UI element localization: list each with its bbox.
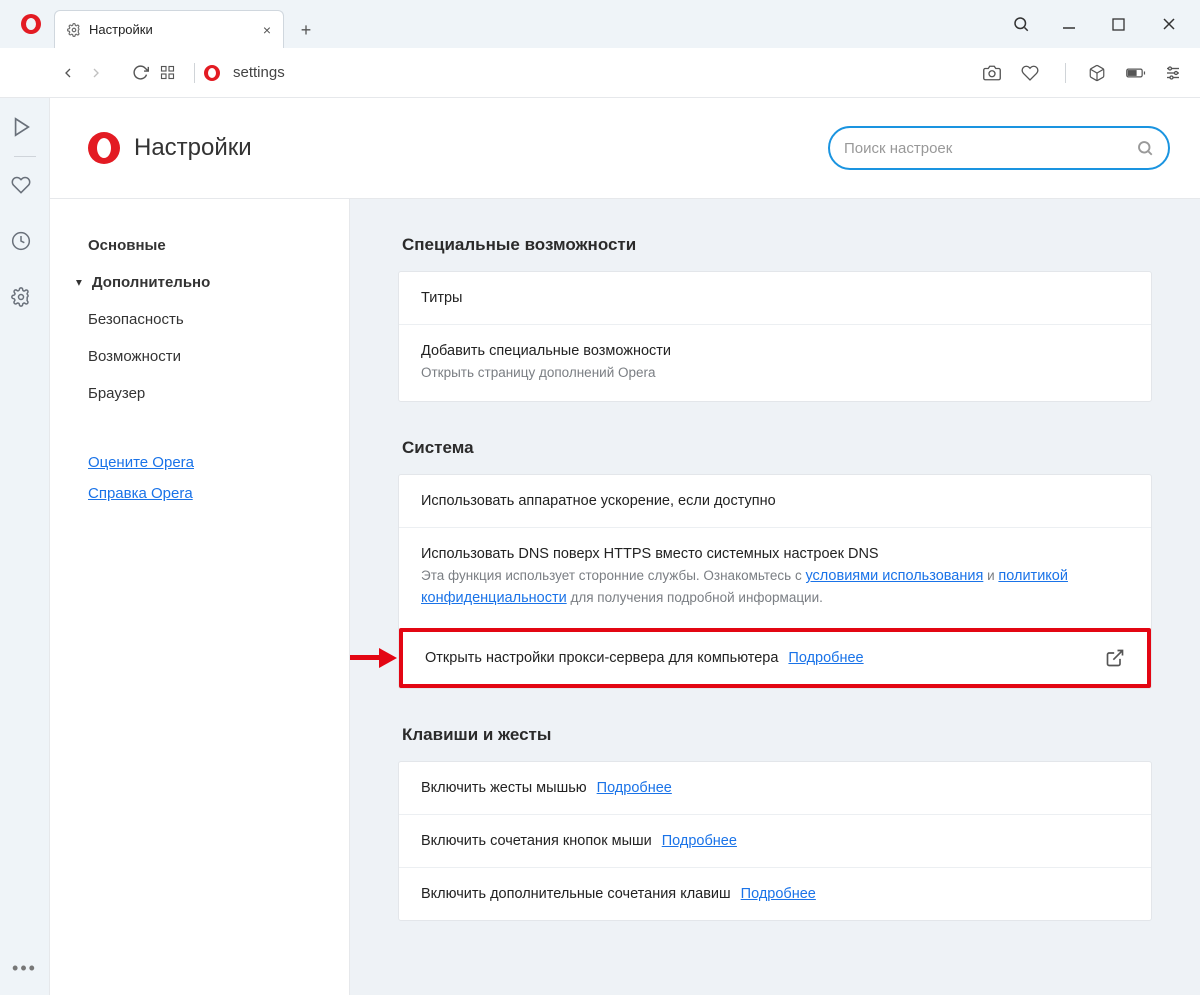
new-tab-button[interactable]: +: [288, 12, 324, 48]
link-terms[interactable]: условиями использования: [805, 568, 983, 584]
close-window-button[interactable]: [1162, 17, 1186, 31]
link-more[interactable]: Подробнее: [662, 833, 737, 849]
settings-header: Настройки: [50, 98, 1200, 198]
row-label: Добавить специальные возможности: [421, 343, 1129, 359]
divider: [194, 63, 195, 83]
address-url[interactable]: settings: [233, 64, 285, 81]
row-rocker-gestures[interactable]: Включить сочетания кнопок мыши Подробнее: [399, 814, 1151, 867]
side-strip: •••: [0, 98, 50, 995]
row-label: Включить жесты мышью: [421, 780, 587, 796]
settings-panel: Специальные возможности Титры Добавить с…: [350, 199, 1200, 995]
gear-icon: [67, 23, 81, 37]
search-icon[interactable]: [1012, 15, 1036, 33]
opera-logo-icon: [21, 14, 41, 34]
annotation-marker: 3: [350, 642, 397, 674]
link-more[interactable]: Подробнее: [597, 780, 672, 796]
row-label: Включить сочетания кнопок мыши: [421, 833, 652, 849]
battery-icon[interactable]: [1126, 66, 1148, 80]
maximize-button[interactable]: [1112, 18, 1136, 31]
settings-sidebar-icon[interactable]: [11, 287, 39, 307]
row-sub: Открыть страницу дополнений Opera: [421, 363, 1129, 383]
settings-split: Основные ▲ Дополнительно Безопасность Во…: [50, 198, 1200, 995]
text: для получения подробной информации.: [570, 590, 822, 605]
row-advanced-shortcuts[interactable]: Включить дополнительные сочетания клавиш…: [399, 867, 1151, 920]
card-accessibility: Титры Добавить специальные возможности О…: [398, 271, 1152, 402]
body-area: ••• Настройки Основные ▲: [0, 98, 1200, 995]
row-label: Открыть настройки прокси-сервера для ком…: [425, 650, 778, 666]
snapshot-icon[interactable]: [983, 64, 1005, 82]
external-link-icon[interactable]: [1105, 648, 1125, 668]
tab-label: Настройки: [89, 22, 255, 37]
cube-icon[interactable]: [1088, 64, 1110, 82]
nav-sub-security[interactable]: Безопасность: [74, 301, 331, 338]
section-accessibility-title: Специальные возможности: [402, 235, 1152, 255]
section-keys-title: Клавиши и жесты: [402, 725, 1152, 745]
content: Настройки Основные ▲ Дополнительно Бе: [50, 98, 1200, 995]
settings-nav: Основные ▲ Дополнительно Безопасность Во…: [50, 199, 350, 995]
address-bar: settings: [0, 48, 1200, 98]
titlebar: Настройки × +: [0, 0, 1200, 48]
card-keys: Включить жесты мышью Подробнее Включить …: [398, 761, 1152, 921]
caret-up-icon: ▲: [74, 277, 84, 288]
opera-menu-button[interactable]: [12, 0, 50, 48]
heart-icon[interactable]: [1021, 64, 1043, 82]
section-system-title: Система: [402, 438, 1152, 458]
minimize-button[interactable]: [1062, 17, 1086, 31]
page-title: Настройки: [134, 134, 252, 162]
row-label: Включить дополнительные сочетания клавиш: [421, 886, 731, 902]
nav-back-button[interactable]: [60, 65, 88, 81]
nav-extra-links: Оцените Opera Справка Opera: [74, 454, 331, 502]
easy-setup-icon[interactable]: [1164, 64, 1186, 82]
row-label: Использовать аппаратное ускорение, если …: [421, 493, 1129, 509]
divider: [14, 156, 36, 157]
opera-logo-icon: [88, 132, 120, 164]
nav-advanced-label: Дополнительно: [92, 274, 210, 291]
card-system: Использовать аппаратное ускорение, если …: [398, 474, 1152, 689]
divider: [1065, 63, 1066, 83]
row-add-accessibility[interactable]: Добавить специальные возможности Открыть…: [399, 324, 1151, 401]
link-more[interactable]: Подробнее: [741, 886, 816, 902]
window-controls: [1012, 15, 1192, 33]
text: и: [987, 568, 998, 583]
row-label: Титры: [421, 290, 1129, 306]
tab-close-button[interactable]: ×: [263, 22, 271, 38]
heart-sidebar-icon[interactable]: [11, 175, 39, 195]
tab-strip: Настройки × +: [54, 0, 324, 48]
nav-advanced[interactable]: ▲ Дополнительно: [74, 264, 331, 301]
history-icon[interactable]: [11, 231, 39, 251]
reload-button[interactable]: [132, 64, 160, 81]
browser-tab[interactable]: Настройки ×: [54, 10, 284, 48]
play-icon[interactable]: [11, 116, 39, 138]
settings-search[interactable]: [828, 126, 1170, 170]
search-input[interactable]: [844, 140, 1136, 157]
search-icon: [1136, 139, 1154, 157]
address-right-icons: [983, 63, 1186, 83]
text: Эта функция использует сторонние службы.…: [421, 568, 805, 583]
nav-main[interactable]: Основные: [74, 227, 331, 264]
row-captions[interactable]: Титры: [399, 272, 1151, 324]
nav-sub-features[interactable]: Возможности: [74, 338, 331, 375]
more-icon[interactable]: •••: [12, 958, 37, 979]
link-more[interactable]: Подробнее: [788, 650, 863, 666]
row-mouse-gestures[interactable]: Включить жесты мышью Подробнее: [399, 762, 1151, 814]
nav-sub-browser[interactable]: Браузер: [74, 375, 331, 412]
speed-dial-button[interactable]: [160, 65, 188, 80]
row-label: Использовать DNS поверх HTTPS вместо сис…: [421, 546, 1129, 562]
row-dns-over-https[interactable]: Использовать DNS поверх HTTPS вместо сис…: [399, 527, 1151, 628]
nav-link-rate[interactable]: Оцените Opera: [88, 454, 331, 471]
site-opera-icon: [201, 65, 223, 81]
row-hw-accel[interactable]: Использовать аппаратное ускорение, если …: [399, 475, 1151, 527]
nav-forward-button[interactable]: [88, 65, 116, 81]
row-sub: Эта функция использует сторонние службы.…: [421, 566, 1129, 610]
row-proxy-settings[interactable]: Открыть настройки прокси-сервера для ком…: [399, 628, 1151, 688]
nav-link-help[interactable]: Справка Opera: [88, 485, 331, 502]
